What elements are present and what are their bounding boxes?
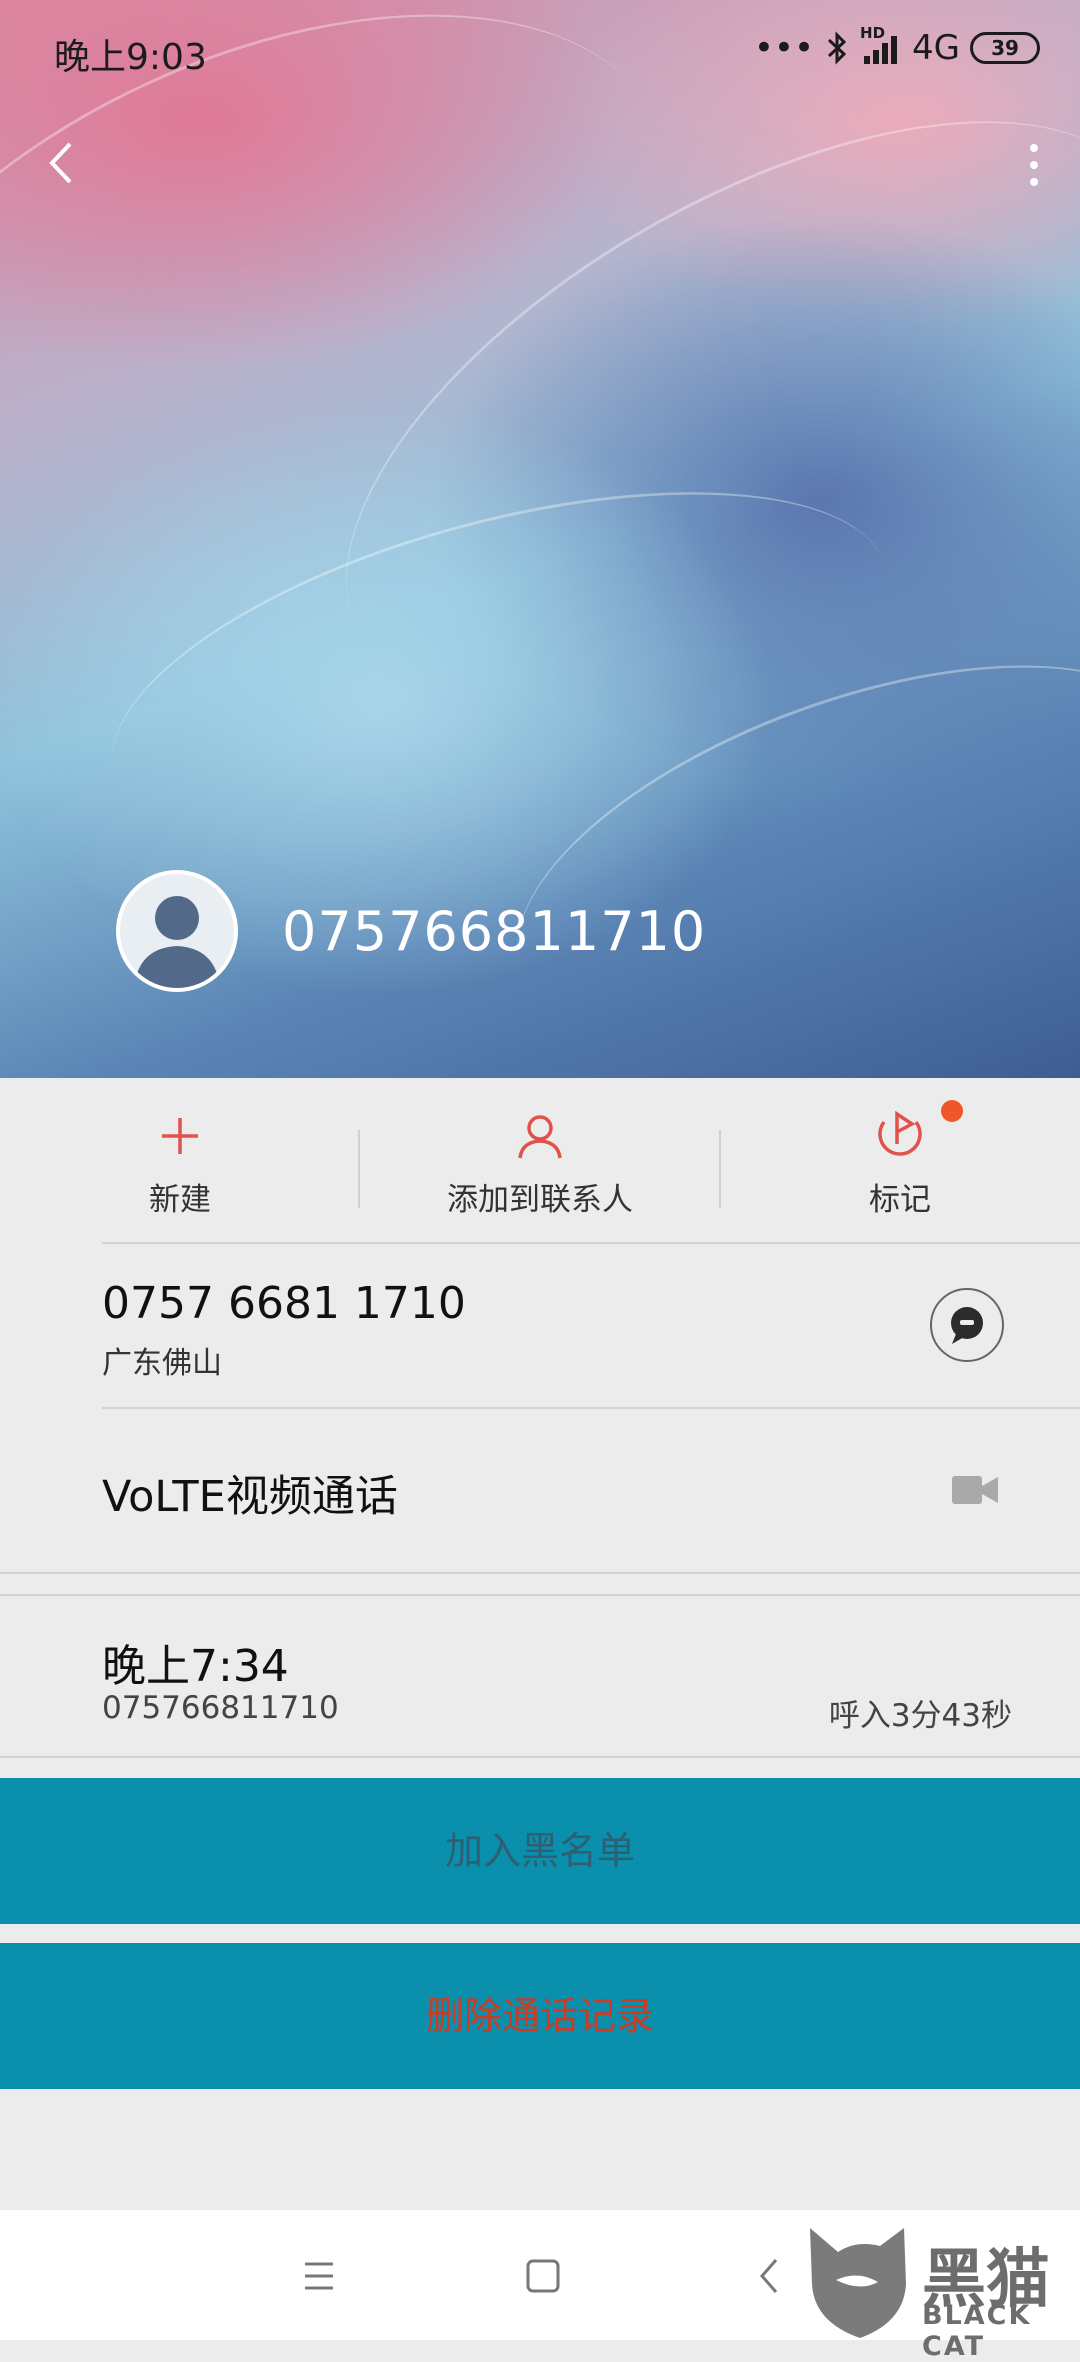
divider	[102, 1407, 1080, 1409]
network-type: 4G	[912, 28, 960, 68]
call-log-time: 晚上7:34	[102, 1641, 289, 1692]
send-message-button[interactable]	[930, 1288, 1004, 1362]
add-to-contacts-button[interactable]: 添加到联系人	[360, 1078, 720, 1243]
new-contact-label: 新建	[149, 1182, 211, 1218]
call-log-number: 075766811710	[102, 1690, 339, 1726]
divider	[0, 1572, 1080, 1574]
divider	[0, 1756, 1080, 1758]
more-notifications-icon: •••	[753, 28, 815, 68]
back-icon[interactable]	[742, 2248, 798, 2304]
back-arrow-icon[interactable]	[42, 138, 82, 188]
status-icons: ••• HD 4G 39	[753, 24, 1040, 68]
person-icon	[518, 1115, 562, 1159]
more-options-icon[interactable]	[1024, 140, 1044, 190]
video-camera-icon[interactable]	[952, 1474, 998, 1506]
home-icon[interactable]	[515, 2248, 571, 2304]
caller-number: 075766811710	[282, 900, 707, 963]
delete-call-log-button[interactable]: 删除通话记录	[0, 1943, 1080, 2089]
default-avatar-icon	[134, 896, 220, 988]
watermark-subtext: BLACK CAT	[922, 2300, 1032, 2362]
plus-icon	[162, 1118, 198, 1154]
avatar	[116, 870, 238, 992]
flag-icon	[878, 1110, 922, 1156]
battery-icon: 39	[970, 32, 1040, 64]
add-to-contacts-label: 添加到联系人	[447, 1182, 633, 1218]
bluetooth-icon	[827, 31, 847, 65]
add-to-blacklist-button[interactable]: 加入黑名单	[0, 1778, 1080, 1924]
mark-button[interactable]: 标记	[720, 1078, 1080, 1243]
volte-video-call[interactable]: VoLTE视频通话	[102, 1462, 398, 1524]
header-background: 晚上9:03 ••• HD 4G 39 075766811710	[0, 0, 1080, 1078]
mark-label: 标记	[869, 1182, 931, 1218]
call-log-duration: 呼入3分43秒	[828, 1698, 1012, 1734]
formatted-number[interactable]: 0757 6681 1710	[102, 1278, 466, 1329]
status-bar: 晚上9:03 ••• HD 4G 39	[54, 24, 1040, 78]
message-icon	[951, 1307, 983, 1344]
divider	[0, 1594, 1080, 1596]
signal-icon: HD	[860, 24, 902, 66]
status-time: 晚上9:03	[54, 37, 207, 78]
new-contact-button[interactable]: 新建	[0, 1078, 360, 1243]
action-bar: 新建 添加到联系人 标记	[0, 1078, 1080, 1243]
divider	[102, 1242, 1080, 1244]
notification-badge	[941, 1100, 963, 1122]
number-location: 广东佛山	[102, 1346, 222, 1381]
menu-icon[interactable]	[291, 2248, 347, 2304]
